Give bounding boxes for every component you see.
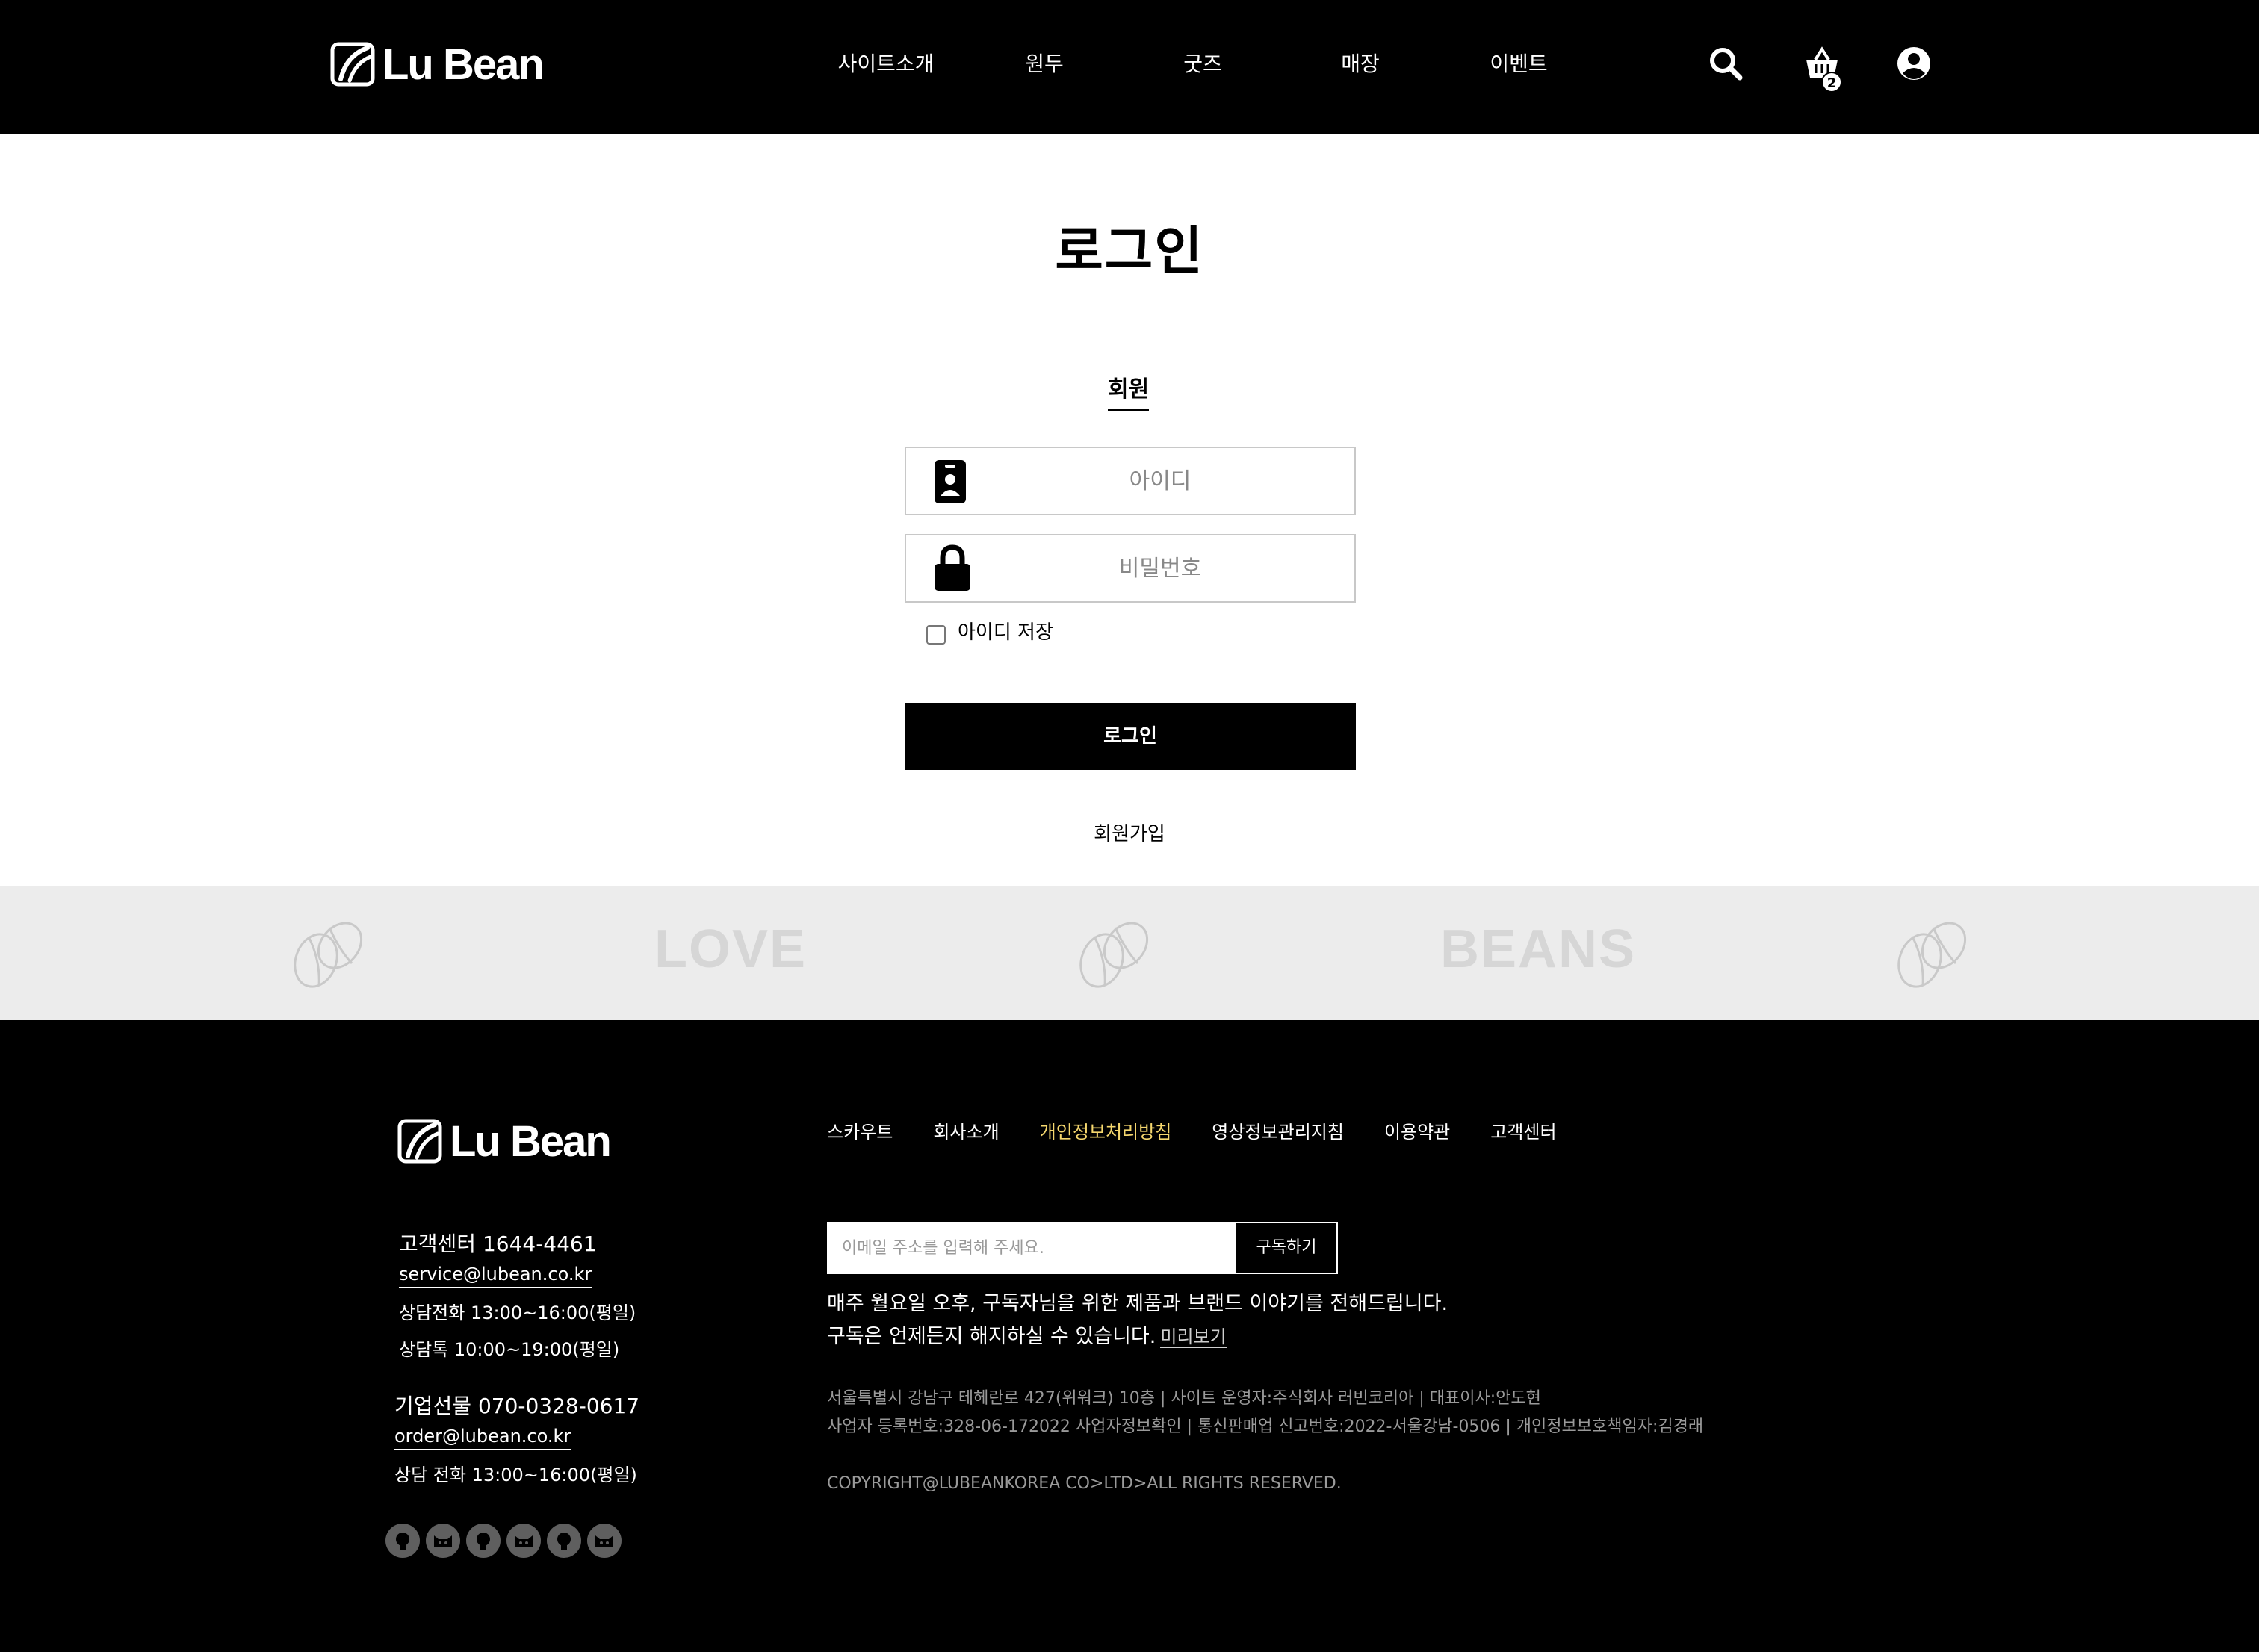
corp-title: 기업선물 070-0328-0617 — [394, 1394, 640, 1418]
remember-id-label[interactable]: 아이디 저장 — [958, 617, 1053, 645]
signup-link-text[interactable]: 회원가입 — [1094, 823, 1165, 845]
footer-link-privacy[interactable]: 개인정보처리방침 — [1040, 1117, 1172, 1143]
company-info: 서울특별시 강남구 테헤란로 427(위워크) 10층 | 사이트 운영자:주식… — [827, 1385, 1703, 1441]
copyright: COPYRIGHT@LUBEANKOREA CO>LTD>ALL RIGHTS … — [827, 1474, 1342, 1493]
remember-id: 아이디 저장 — [926, 617, 1053, 645]
github-icon[interactable] — [385, 1524, 420, 1558]
tab-member[interactable]: 회원 — [1108, 370, 1150, 411]
newsletter-preview-link[interactable]: 미리보기 — [1160, 1326, 1227, 1348]
github-icon[interactable] — [466, 1524, 501, 1558]
footer-brand-name: Lu Bean — [450, 1117, 612, 1166]
nav-item-stores[interactable]: 매장 — [1341, 48, 1380, 78]
footer-link-terms[interactable]: 이용약관 — [1384, 1117, 1450, 1143]
footer-link-support[interactable]: 고객센터 — [1490, 1117, 1556, 1143]
subscribe-button[interactable]: 구독하기 — [1236, 1223, 1336, 1273]
github-icon[interactable] — [547, 1524, 581, 1558]
coffee-bean-icon — [294, 922, 363, 988]
user-account-icon[interactable] — [1895, 45, 1933, 82]
lock-icon — [935, 544, 970, 591]
company-info-line2: 사업자 등록번호:328-06-172022 사업자정보확인 | 통신판매업 신… — [827, 1417, 1704, 1436]
id-field[interactable] — [905, 447, 1356, 515]
cs-phone-hours: 상담전화 13:00~16:00(평일) — [399, 1302, 636, 1323]
cs-talk-hours: 상담톡 10:00~19:00(평일) — [399, 1339, 620, 1360]
nav-item-goods[interactable]: 굿즈 — [1183, 48, 1222, 78]
cat-icon[interactable] — [426, 1524, 460, 1558]
cat-icon[interactable] — [506, 1524, 541, 1558]
site-header: Lu Bean 사이트소개 원두 굿즈 매장 이벤트 2 — [0, 0, 2259, 134]
band-word-love: LOVE — [654, 919, 808, 979]
newsletter-desc-line2: 구독은 언제든지 해지하실 수 있습니다. — [827, 1325, 1156, 1348]
nav-item-events[interactable]: 이벤트 — [1490, 48, 1547, 78]
footer-link-cctv-policy[interactable]: 영상정보관리지침 — [1212, 1117, 1344, 1143]
footer-logo[interactable]: Lu Bean — [397, 1117, 612, 1166]
coffee-bean-icon — [1079, 922, 1149, 988]
cat-icon[interactable] — [587, 1524, 622, 1558]
footer-link-scout[interactable]: 스카우트 — [827, 1117, 893, 1143]
site-footer: Lu Bean 고객센터 1644-4461 service@lubean.co… — [0, 1020, 2259, 1652]
newsletter-description: 매주 월요일 오후, 구독자님을 위한 제품과 브랜드 이야기를 전해드립니다.… — [827, 1288, 1448, 1353]
customer-center-block: 고객센터 1644-4461 service@lubean.co.kr 상담전화… — [399, 1228, 636, 1371]
newsletter-email-input[interactable] — [828, 1223, 1236, 1273]
corporate-gift-block: 기업선물 070-0328-0617 order@lubean.co.kr 상담… — [394, 1390, 639, 1497]
cart-count-badge: 2 — [1821, 72, 1842, 93]
search-icon[interactable] — [1707, 45, 1744, 82]
logo-mark-icon — [397, 1119, 442, 1164]
id-input[interactable] — [973, 448, 1347, 514]
cs-email-link[interactable]: service@lubean.co.kr — [399, 1264, 592, 1288]
social-links — [385, 1524, 628, 1558]
id-badge-icon — [935, 460, 966, 503]
password-input[interactable] — [973, 535, 1347, 601]
newsletter-form: 구독하기 — [827, 1222, 1338, 1274]
footer-links: 스카우트 회사소개 개인정보처리방침 영상정보관리지침 이용약관 고객센터 — [827, 1117, 1597, 1143]
footer-link-company[interactable]: 회사소개 — [933, 1117, 999, 1143]
login-button[interactable]: 로그인 — [905, 703, 1356, 770]
band-word-beans: BEANS — [1440, 919, 1637, 979]
remember-id-checkbox[interactable] — [926, 624, 946, 645]
love-beans-band: LOVE BEANS — [0, 886, 2259, 1020]
company-info-line1: 서울특별시 강남구 테헤란로 427(위워크) 10층 | 사이트 운영자:주식… — [827, 1389, 1541, 1408]
signup-link: 회원가입 — [0, 819, 2259, 846]
nav-item-beans[interactable]: 원두 — [1025, 48, 1064, 78]
corp-email-link[interactable]: order@lubean.co.kr — [394, 1426, 571, 1450]
cs-title: 고객센터 1644-4461 — [399, 1232, 597, 1256]
password-field[interactable] — [905, 534, 1356, 603]
nav-item-about[interactable]: 사이트소개 — [838, 48, 935, 78]
newsletter-desc-line1: 매주 월요일 오후, 구독자님을 위한 제품과 브랜드 이야기를 전해드립니다. — [827, 1292, 1448, 1315]
coffee-bean-icon — [1897, 922, 1967, 988]
corp-hours: 상담 전화 13:00~16:00(평일) — [394, 1465, 637, 1485]
page-title: 로그인 — [1055, 220, 1204, 282]
